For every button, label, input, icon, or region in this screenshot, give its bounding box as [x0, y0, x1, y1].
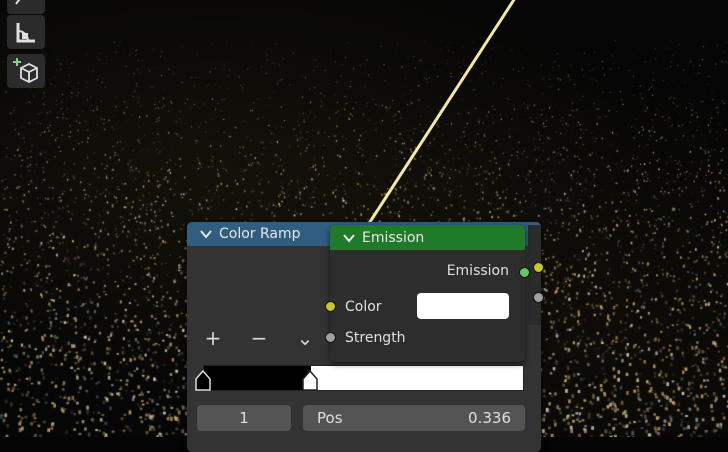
add-cube-tool-button[interactable]: [7, 54, 45, 88]
strength-input-label: Strength: [345, 330, 406, 346]
remove-stop-button[interactable]: −: [249, 326, 269, 350]
active-stop-index-field[interactable]: 1: [197, 405, 291, 431]
color-input-socket[interactable]: [325, 301, 336, 312]
emission-output-socket[interactable]: [519, 267, 530, 278]
add-stop-button[interactable]: +: [203, 326, 223, 350]
measure-tool-button[interactable]: [7, 15, 45, 49]
partial-node-yellow-socket[interactable]: [533, 262, 544, 273]
pos-label: Pos: [317, 409, 343, 427]
color-input-label: Color: [345, 299, 382, 315]
emission-node[interactable]: Emission Emission Color Strength: [330, 225, 525, 362]
partial-node-grey-socket[interactable]: [533, 292, 544, 303]
emission-header[interactable]: Emission: [330, 225, 525, 250]
transform-tool-button[interactable]: [7, 0, 45, 14]
chevron-down-icon[interactable]: [342, 231, 356, 245]
transform-icon: [15, 0, 21, 5]
ramp-menu-button[interactable]: ⌄: [295, 326, 315, 350]
stop-marker-icon: [195, 370, 211, 391]
stop-position-field[interactable]: Pos 0.336: [303, 405, 525, 431]
color-ramp-bar[interactable]: [203, 365, 524, 391]
color-ramp-title: Color Ramp: [219, 226, 301, 242]
ramp-controls: + − ⌄: [203, 326, 315, 350]
pos-value: 0.336: [468, 409, 511, 427]
color-input-swatch[interactable]: [417, 293, 509, 319]
emission-title: Emission: [362, 229, 425, 246]
partial-node-edge: [528, 225, 541, 325]
strength-input-socket[interactable]: [325, 332, 336, 343]
measure-icon: [16, 23, 35, 43]
emission-output-label: Emission: [446, 263, 509, 279]
add-cube-icon: [13, 58, 38, 84]
chevron-down-icon[interactable]: [199, 227, 213, 241]
stop-marker-icon: [302, 370, 318, 391]
